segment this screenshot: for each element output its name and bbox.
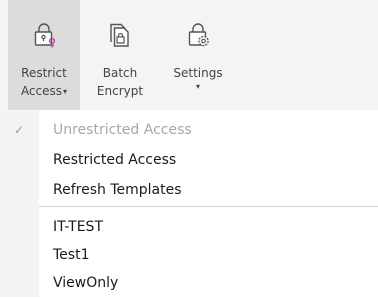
- menu-item-template-test1[interactable]: Test1: [0, 240, 378, 270]
- batch-label-line2: Encrypt: [96, 84, 144, 98]
- ribbon: Restrict Access▾ Batch Encrypt Settings …: [0, 0, 378, 110]
- menu-item-label: IT-TEST: [53, 219, 103, 235]
- menu-separator: [39, 206, 378, 207]
- menu-item-restricted-access[interactable]: Restricted Access: [0, 145, 378, 175]
- encrypt-documents-icon: [110, 23, 129, 47]
- restrict-access-dropdown-menu: ✓ Unrestricted Access Restricted Access …: [0, 110, 378, 297]
- checkmark-icon: ✓: [14, 123, 25, 137]
- batch-encrypt-button[interactable]: Batch Encrypt: [86, 0, 154, 110]
- menu-item-template-viewonly[interactable]: ViewOnly: [0, 268, 378, 298]
- dropdown-caret-icon: ▾: [195, 82, 200, 91]
- dropdown-caret-icon: ▾: [63, 86, 68, 96]
- batch-label-line1: Batch: [102, 66, 138, 80]
- restrict-access-button[interactable]: Restrict Access▾: [8, 0, 80, 110]
- menu-item-label: Restricted Access: [53, 152, 177, 168]
- menu-item-refresh-templates[interactable]: Refresh Templates: [0, 175, 378, 205]
- settings-label: Settings: [173, 66, 223, 80]
- menu-item-unrestricted-access[interactable]: ✓ Unrestricted Access: [0, 115, 378, 145]
- menu-item-label: Refresh Templates: [53, 182, 182, 198]
- menu-item-template-it-test[interactable]: IT-TEST: [0, 212, 378, 242]
- settings-button[interactable]: Settings ▾: [160, 0, 236, 110]
- lock-gear-icon: [188, 23, 209, 47]
- restrict-label-line1: Restrict: [21, 66, 67, 80]
- menu-item-label: Test1: [53, 247, 90, 263]
- lock-key-icon: [34, 23, 56, 48]
- menu-item-label: ViewOnly: [53, 275, 119, 291]
- restrict-label-line2: Access: [20, 84, 63, 98]
- menu-item-label: Unrestricted Access: [53, 122, 192, 138]
